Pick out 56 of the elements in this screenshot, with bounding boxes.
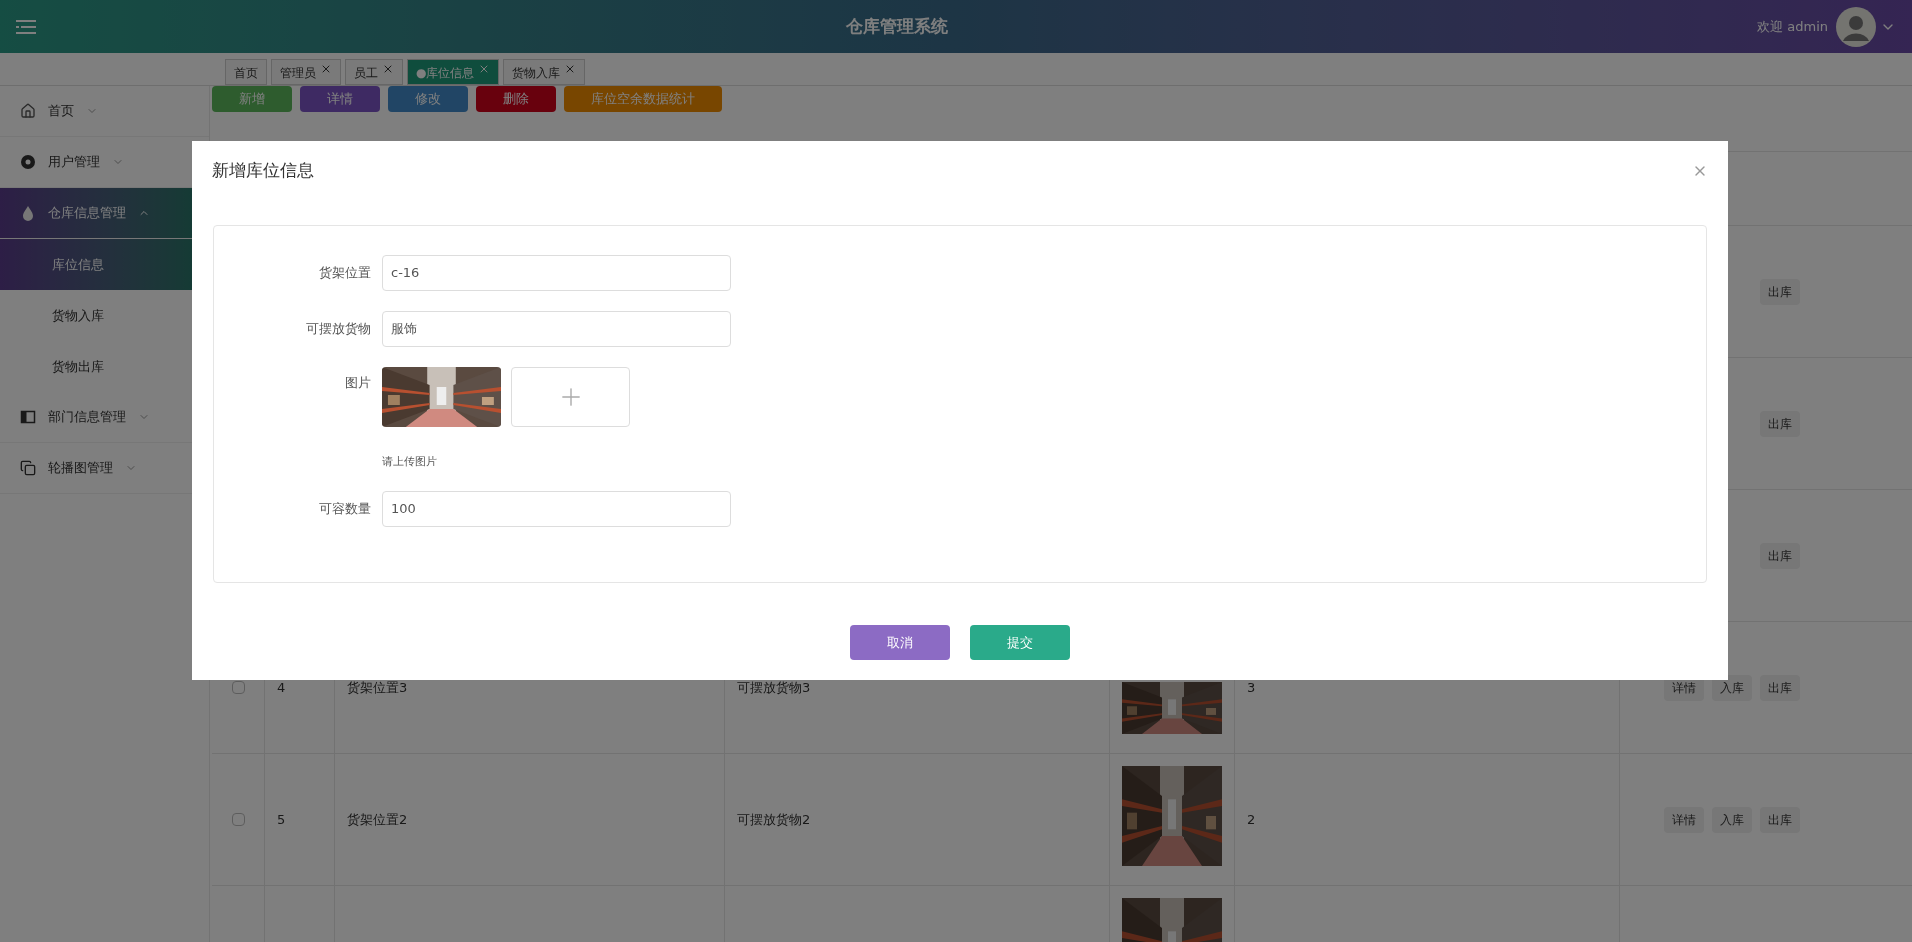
sidebar-menu-label: 仓库信息管理 <box>48 204 126 223</box>
toolbar-button[interactable]: 库位空余数据统计 <box>564 86 722 112</box>
close-tab-icon[interactable] <box>320 63 332 75</box>
dialog-button[interactable]: 提交 <box>970 625 1070 660</box>
table-cell-text: 5 <box>277 810 286 829</box>
row-action-button[interactable]: 出库 <box>1760 410 1800 437</box>
sidebar-menu-label: 首页 <box>48 102 74 121</box>
field-label: 可容数量 <box>318 499 372 518</box>
row-checkbox[interactable] <box>231 681 245 694</box>
table-cell-text: 4 <box>277 678 286 697</box>
upload-hint: 请上传图片 <box>382 454 438 470</box>
toolbar-button[interactable]: 详情 <box>300 86 380 112</box>
row-action-button[interactable]: 出库 <box>1760 806 1800 833</box>
tab[interactable]: ●库位信息 <box>407 59 500 85</box>
dialog-button[interactable]: 取消 <box>850 625 950 660</box>
welcome-text: 欢迎 admin <box>1757 17 1828 36</box>
tab[interactable]: 首页 <box>225 59 267 85</box>
table-cell-text: 货架位置2 <box>347 810 408 829</box>
avatar[interactable] <box>1836 6 1876 47</box>
table-cell-text: 2 <box>1247 810 1256 829</box>
toolbar-button[interactable]: 删除 <box>476 86 556 112</box>
copy-icon <box>20 460 36 476</box>
sidebar-menu[interactable]: 首页 <box>0 86 209 137</box>
close-tab-icon[interactable] <box>382 63 394 75</box>
toolbar-button[interactable]: 新增 <box>212 86 292 112</box>
tab[interactable]: 货物入库 <box>503 59 586 85</box>
table-cell-text: 货架位置3 <box>347 678 408 697</box>
row-checkbox[interactable] <box>231 813 245 826</box>
row-action-button[interactable]: 详情 <box>1664 806 1704 833</box>
row-action-button[interactable]: 出库 <box>1760 542 1800 569</box>
input-field[interactable]: c-16 <box>382 255 731 291</box>
field-label: 图片 <box>344 374 372 392</box>
row-action-button[interactable]: 出库 <box>1760 278 1800 305</box>
tab[interactable]: 管理员 <box>271 59 341 85</box>
input-field[interactable]: 服饰 <box>382 311 731 347</box>
sidebar-menu-label: 部门信息管理 <box>48 408 126 427</box>
input-field[interactable]: 100 <box>382 490 731 527</box>
home-icon <box>20 103 36 119</box>
sidebar-menu-label: 用户管理 <box>48 153 100 172</box>
table-cell-text: 3 <box>1247 678 1256 697</box>
dialog-title: 新增库位信息 <box>212 159 314 183</box>
drop-icon <box>20 205 36 221</box>
toolbar-button[interactable]: 修改 <box>388 86 468 112</box>
panel-icon <box>20 409 36 425</box>
tab[interactable]: 员工 <box>345 59 403 85</box>
sidebar-menu-label: 轮播图管理 <box>48 459 113 478</box>
menu-icon[interactable] <box>16 18 36 35</box>
table-cell-text: 可摆放货物3 <box>737 678 811 697</box>
row-action-button[interactable]: 入库 <box>1712 806 1752 833</box>
row-action-button[interactable]: 出库 <box>1760 674 1800 701</box>
table-cell-text: 可摆放货物2 <box>737 810 811 829</box>
field-label: 货架位置 <box>318 264 372 283</box>
app-title: 仓库管理系统 <box>845 15 948 36</box>
circle-icon <box>20 154 36 170</box>
row-action-button[interactable]: 入库 <box>1712 674 1752 701</box>
field-label: 可摆放货物 <box>305 320 372 339</box>
